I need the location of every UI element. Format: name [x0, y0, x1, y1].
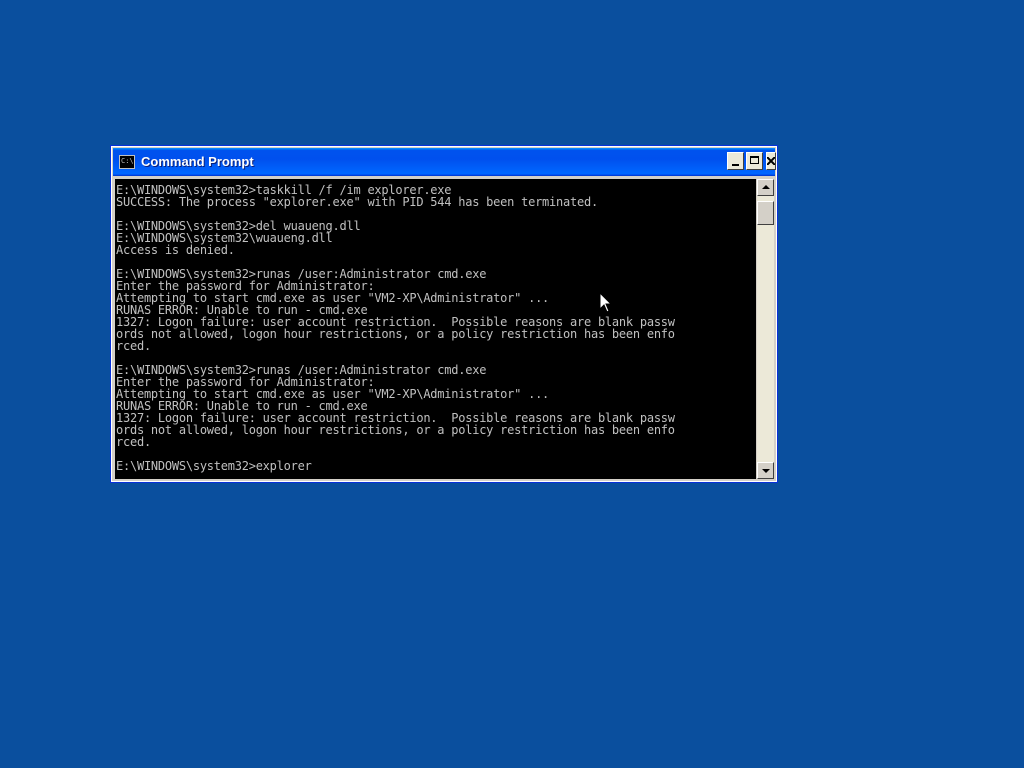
console-line: rced. — [116, 339, 151, 353]
command-prompt-window[interactable]: C:\ Command Prompt E:\WINDOWS\system32>t… — [110, 145, 778, 483]
console-line: Access is denied. — [116, 243, 235, 257]
close-button[interactable] — [766, 152, 776, 170]
console-line: SUCCESS: The process "explorer.exe" with… — [116, 195, 598, 209]
console-line: ords not allowed, logon hour restriction… — [116, 327, 675, 341]
maximize-icon — [750, 156, 759, 164]
chevron-down-icon — [762, 469, 770, 473]
console-line: ords not allowed, logon hour restriction… — [116, 423, 675, 437]
mouse-pointer-icon — [599, 292, 613, 313]
chevron-up-icon — [762, 185, 770, 189]
maximize-button[interactable] — [746, 152, 763, 170]
window-title: Command Prompt — [141, 154, 254, 169]
scroll-up-button[interactable] — [757, 179, 774, 196]
desktop: C:\ Command Prompt E:\WINDOWS\system32>t… — [0, 0, 1024, 768]
minimize-icon — [732, 164, 739, 166]
scroll-thumb[interactable] — [757, 201, 774, 225]
close-icon — [767, 157, 775, 165]
minimize-button[interactable] — [727, 152, 744, 170]
console-line: E:\WINDOWS\system32>explorer — [116, 459, 312, 473]
console-text: E:\WINDOWS\system32>taskkill /f /im expl… — [115, 179, 756, 472]
vertical-scrollbar[interactable] — [757, 179, 774, 479]
scroll-down-button[interactable] — [757, 462, 774, 479]
title-bar[interactable]: C:\ Command Prompt — [113, 148, 776, 176]
console-line: rced. — [116, 435, 151, 449]
cmd-icon[interactable]: C:\ — [119, 155, 135, 169]
console-output[interactable]: E:\WINDOWS\system32>taskkill /f /im expl… — [115, 179, 756, 479]
